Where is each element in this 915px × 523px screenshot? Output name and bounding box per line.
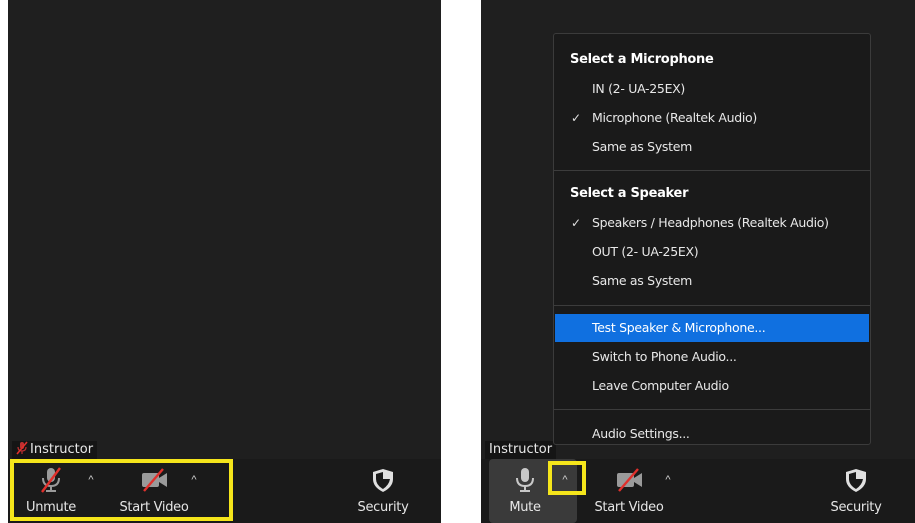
microphone-heading: Select a Microphone [570,52,714,67]
test-speaker-microphone-item[interactable]: Test Speaker & Microphone... [555,314,869,342]
mic-icon [516,468,534,492]
speaker-heading: Select a Speaker [570,186,689,201]
start-video-label: Start Video [594,500,664,515]
speaker-option[interactable]: OUT (2- UA-25EX) [555,238,869,266]
menu-divider [554,170,870,171]
microphone-option[interactable]: ✓ Microphone (Realtek Audio) [555,104,869,132]
participant-name-tag: Instructor [12,441,98,459]
participant-name: Instructor [30,442,94,457]
meeting-panel-left: Instructor Unmute ^ Start Video ^ Securi… [8,0,441,523]
participant-name-tag: Instructor [485,441,557,459]
video-off-icon [617,468,642,492]
microphone-option[interactable]: IN (2- UA-25EX) [555,75,869,103]
shield-icon [846,469,866,492]
meeting-toolbar: Mute ^ Start Video ^ Security [481,459,915,523]
check-icon: ✓ [571,216,581,230]
highlight-box [548,461,586,495]
security-label: Security [357,500,409,515]
start-video-button[interactable]: Start Video [591,459,667,523]
menu-divider [554,409,870,410]
security-label: Security [830,500,882,515]
audio-settings-item[interactable]: Audio Settings... [555,420,869,448]
menu-divider [554,305,870,306]
security-button[interactable]: Security [826,459,886,523]
video-options-chevron[interactable]: ^ [661,473,675,487]
shield-icon [373,469,393,492]
check-icon: ✓ [571,111,581,125]
leave-computer-audio-item[interactable]: Leave Computer Audio [555,372,869,400]
meeting-panel-right: Instructor Select a Microphone IN (2- UA… [481,0,915,523]
switch-to-phone-audio-item[interactable]: Switch to Phone Audio... [555,343,869,371]
highlight-box [10,459,233,521]
speaker-option[interactable]: ✓ Speakers / Headphones (Realtek Audio) [555,209,869,237]
speaker-option[interactable]: Same as System [555,267,869,295]
microphone-option[interactable]: Same as System [555,133,869,161]
audio-menu: Select a Microphone IN (2- UA-25EX) ✓ Mi… [553,33,871,445]
mute-label: Mute [509,500,541,515]
security-button[interactable]: Security [353,459,413,523]
participant-name: Instructor [489,442,553,457]
mic-muted-icon [16,441,28,455]
